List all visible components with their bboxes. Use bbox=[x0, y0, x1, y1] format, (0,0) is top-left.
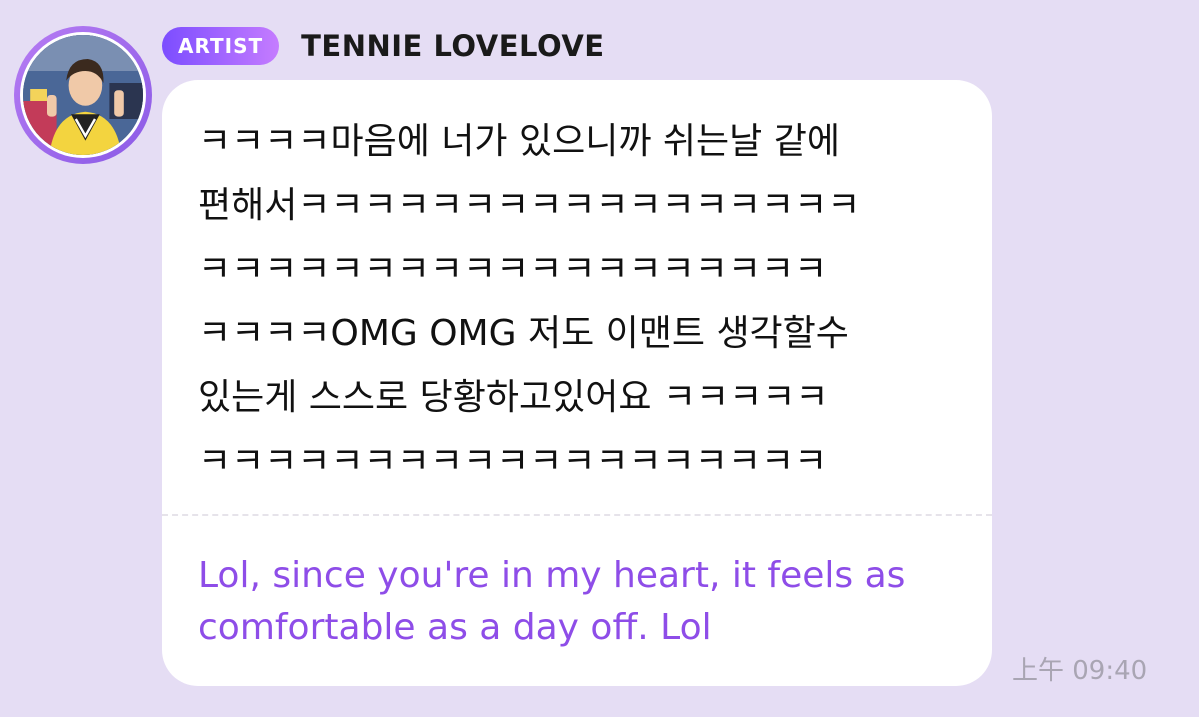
avatar-ring bbox=[20, 32, 146, 158]
artist-badge: ARTIST bbox=[162, 27, 280, 65]
translated-message-text: Lol, since you're in my heart, it feels … bbox=[198, 555, 906, 648]
message-header: ARTIST TENNIE LOVELOVE bbox=[162, 26, 605, 66]
sender-name[interactable]: TENNIE LOVELOVE bbox=[301, 29, 604, 63]
original-message-text: ㅋㅋㅋㅋ마음에 너가 있으니까 쉬는날 같에 편해서ㅋㅋㅋㅋㅋㅋㅋㅋㅋㅋㅋㅋㅋㅋ… bbox=[198, 121, 861, 482]
message-timestamp: 上午 09:40 bbox=[1012, 656, 1148, 686]
avatar[interactable] bbox=[14, 26, 152, 164]
avatar-photo bbox=[23, 35, 143, 155]
artist-avatar-photo-icon bbox=[23, 35, 143, 155]
message-bubble[interactable]: ㅋㅋㅋㅋ마음에 너가 있으니까 쉬는날 같에 편해서ㅋㅋㅋㅋㅋㅋㅋㅋㅋㅋㅋㅋㅋㅋ… bbox=[162, 80, 992, 686]
translation-divider bbox=[162, 514, 992, 516]
